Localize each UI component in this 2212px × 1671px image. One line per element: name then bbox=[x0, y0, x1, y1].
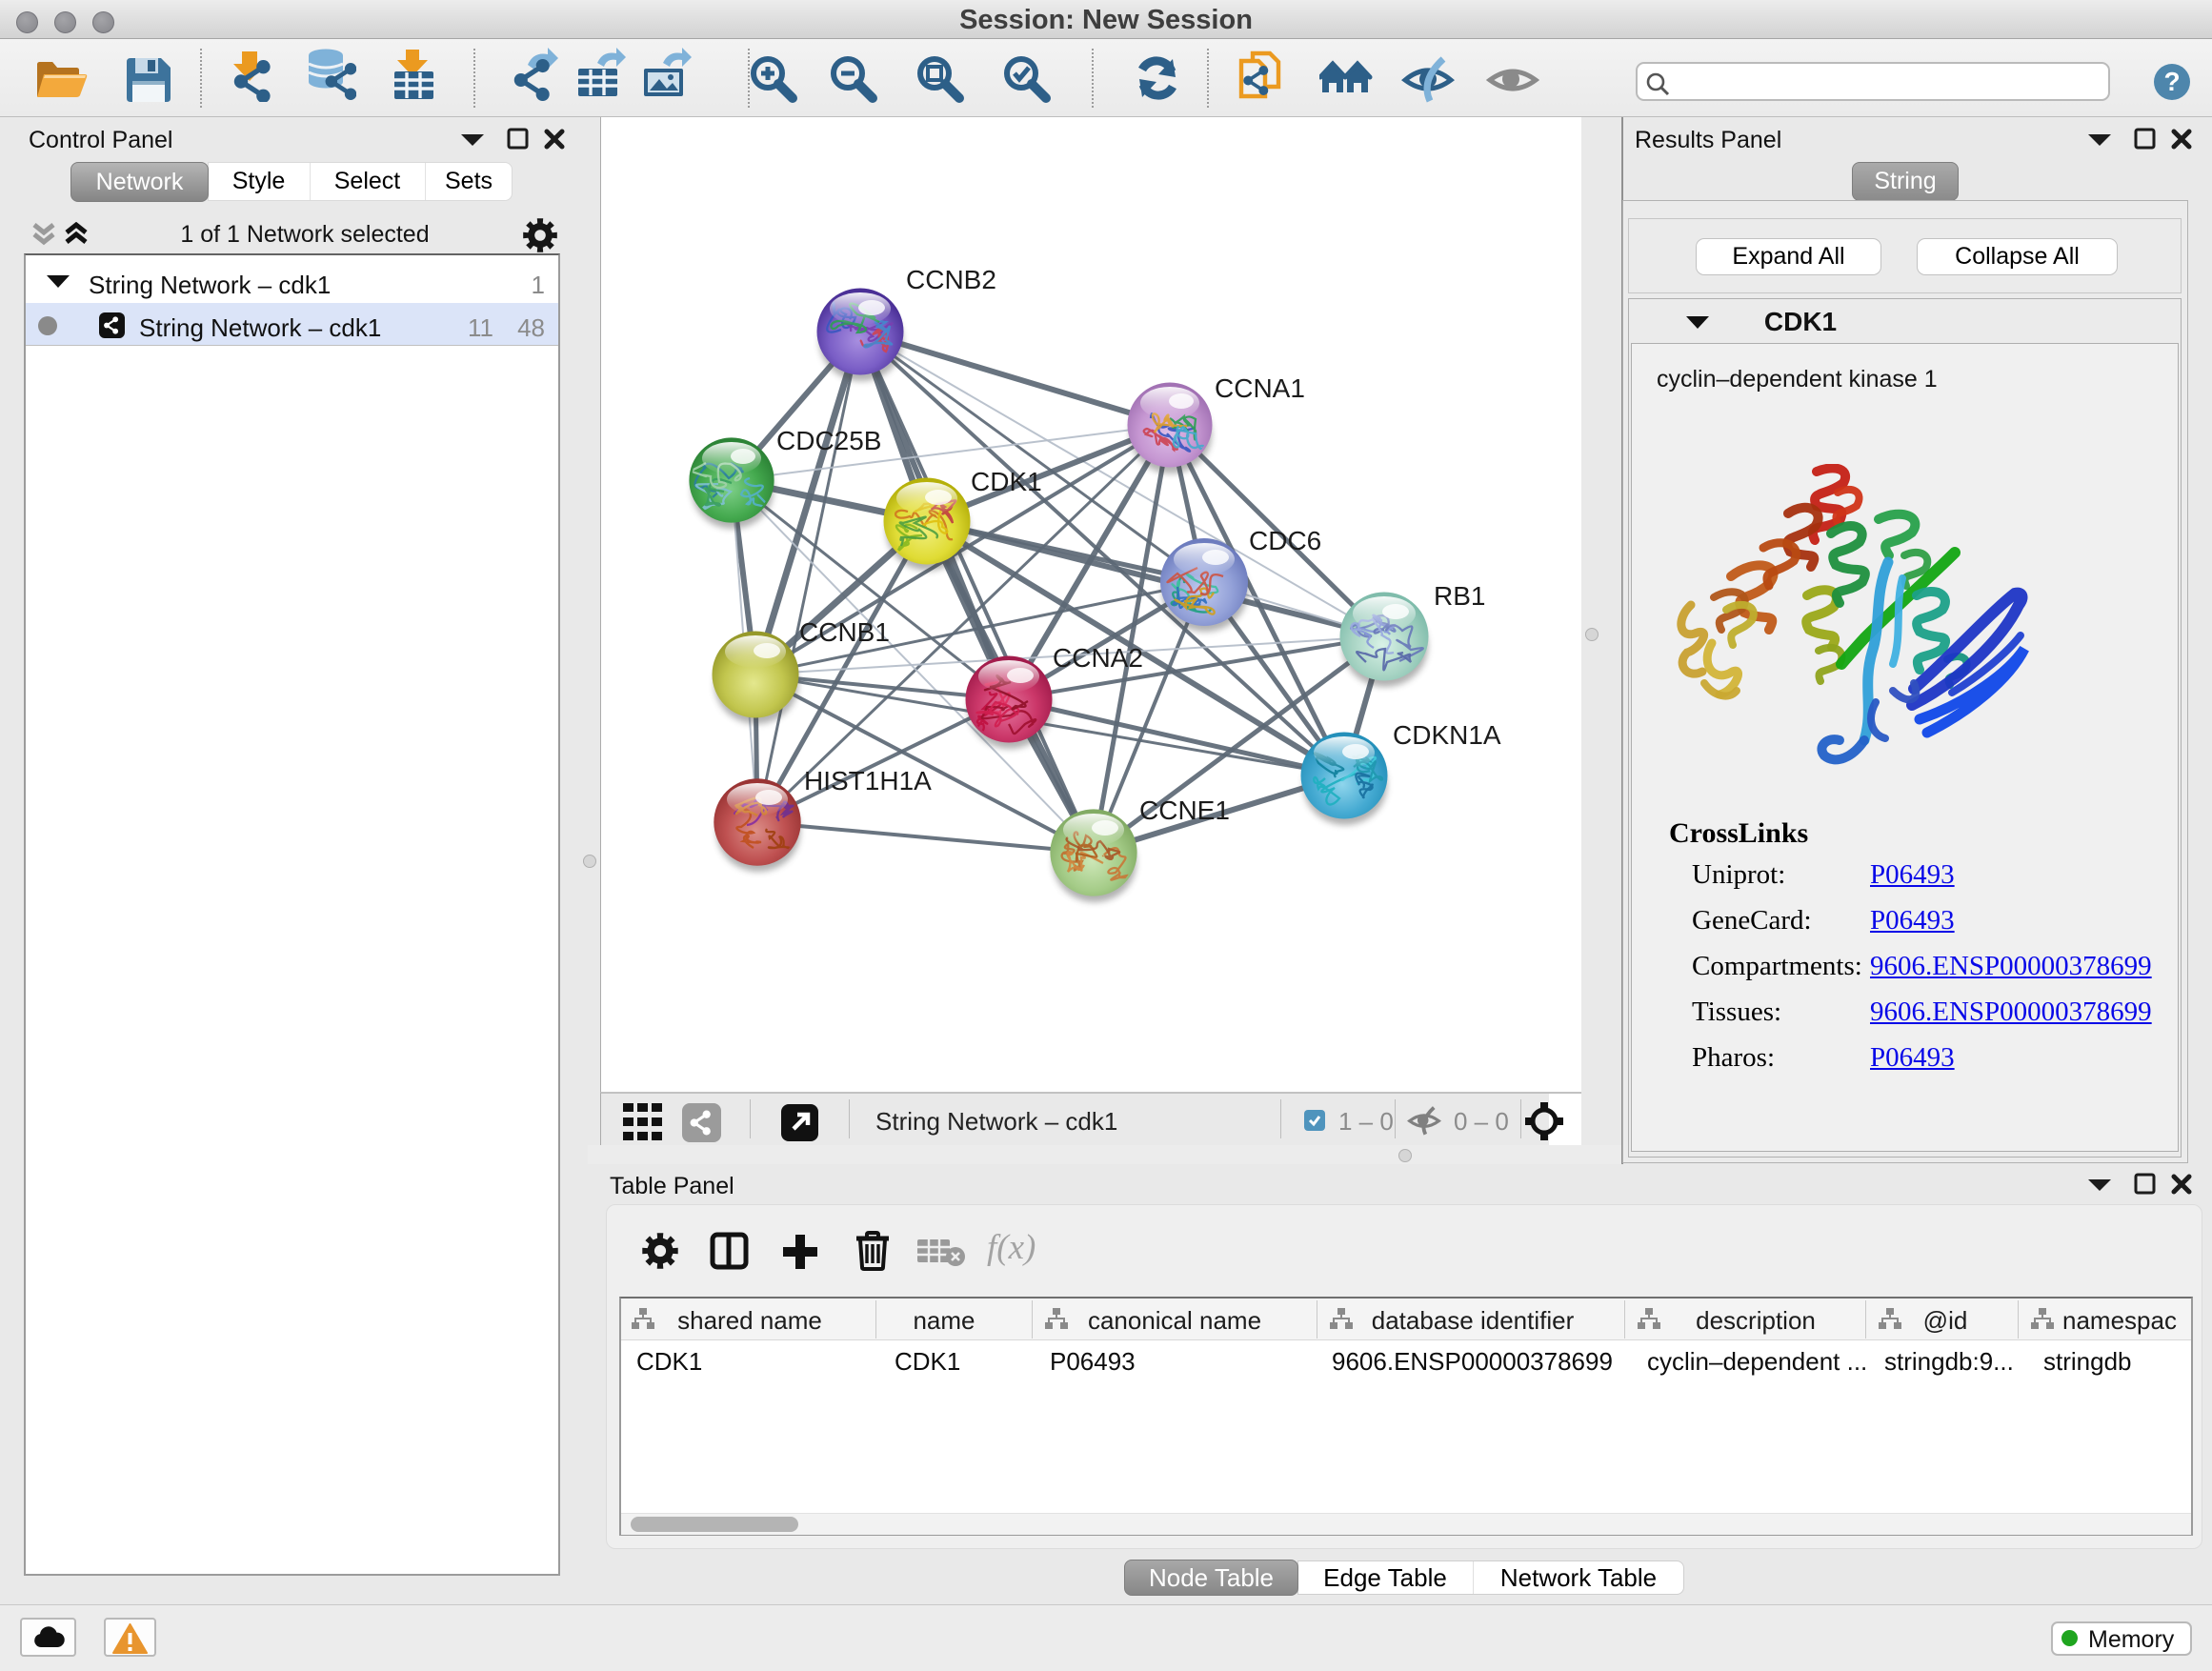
svg-text:CCNA1: CCNA1 bbox=[1215, 373, 1305, 403]
svg-text:HIST1H1A: HIST1H1A bbox=[804, 766, 932, 795]
svg-text:CDC25B: CDC25B bbox=[776, 426, 881, 455]
svg-text:CDC6: CDC6 bbox=[1249, 526, 1321, 555]
svg-text:CCNB2: CCNB2 bbox=[906, 265, 996, 294]
svg-text:CDK1: CDK1 bbox=[971, 467, 1042, 496]
svg-text:RB1: RB1 bbox=[1434, 581, 1485, 611]
svg-text:CDKN1A: CDKN1A bbox=[1393, 720, 1501, 750]
svg-text:CCNA2: CCNA2 bbox=[1053, 643, 1143, 673]
svg-text:CCNE1: CCNE1 bbox=[1139, 795, 1230, 825]
svg-text:CCNB1: CCNB1 bbox=[799, 617, 890, 647]
